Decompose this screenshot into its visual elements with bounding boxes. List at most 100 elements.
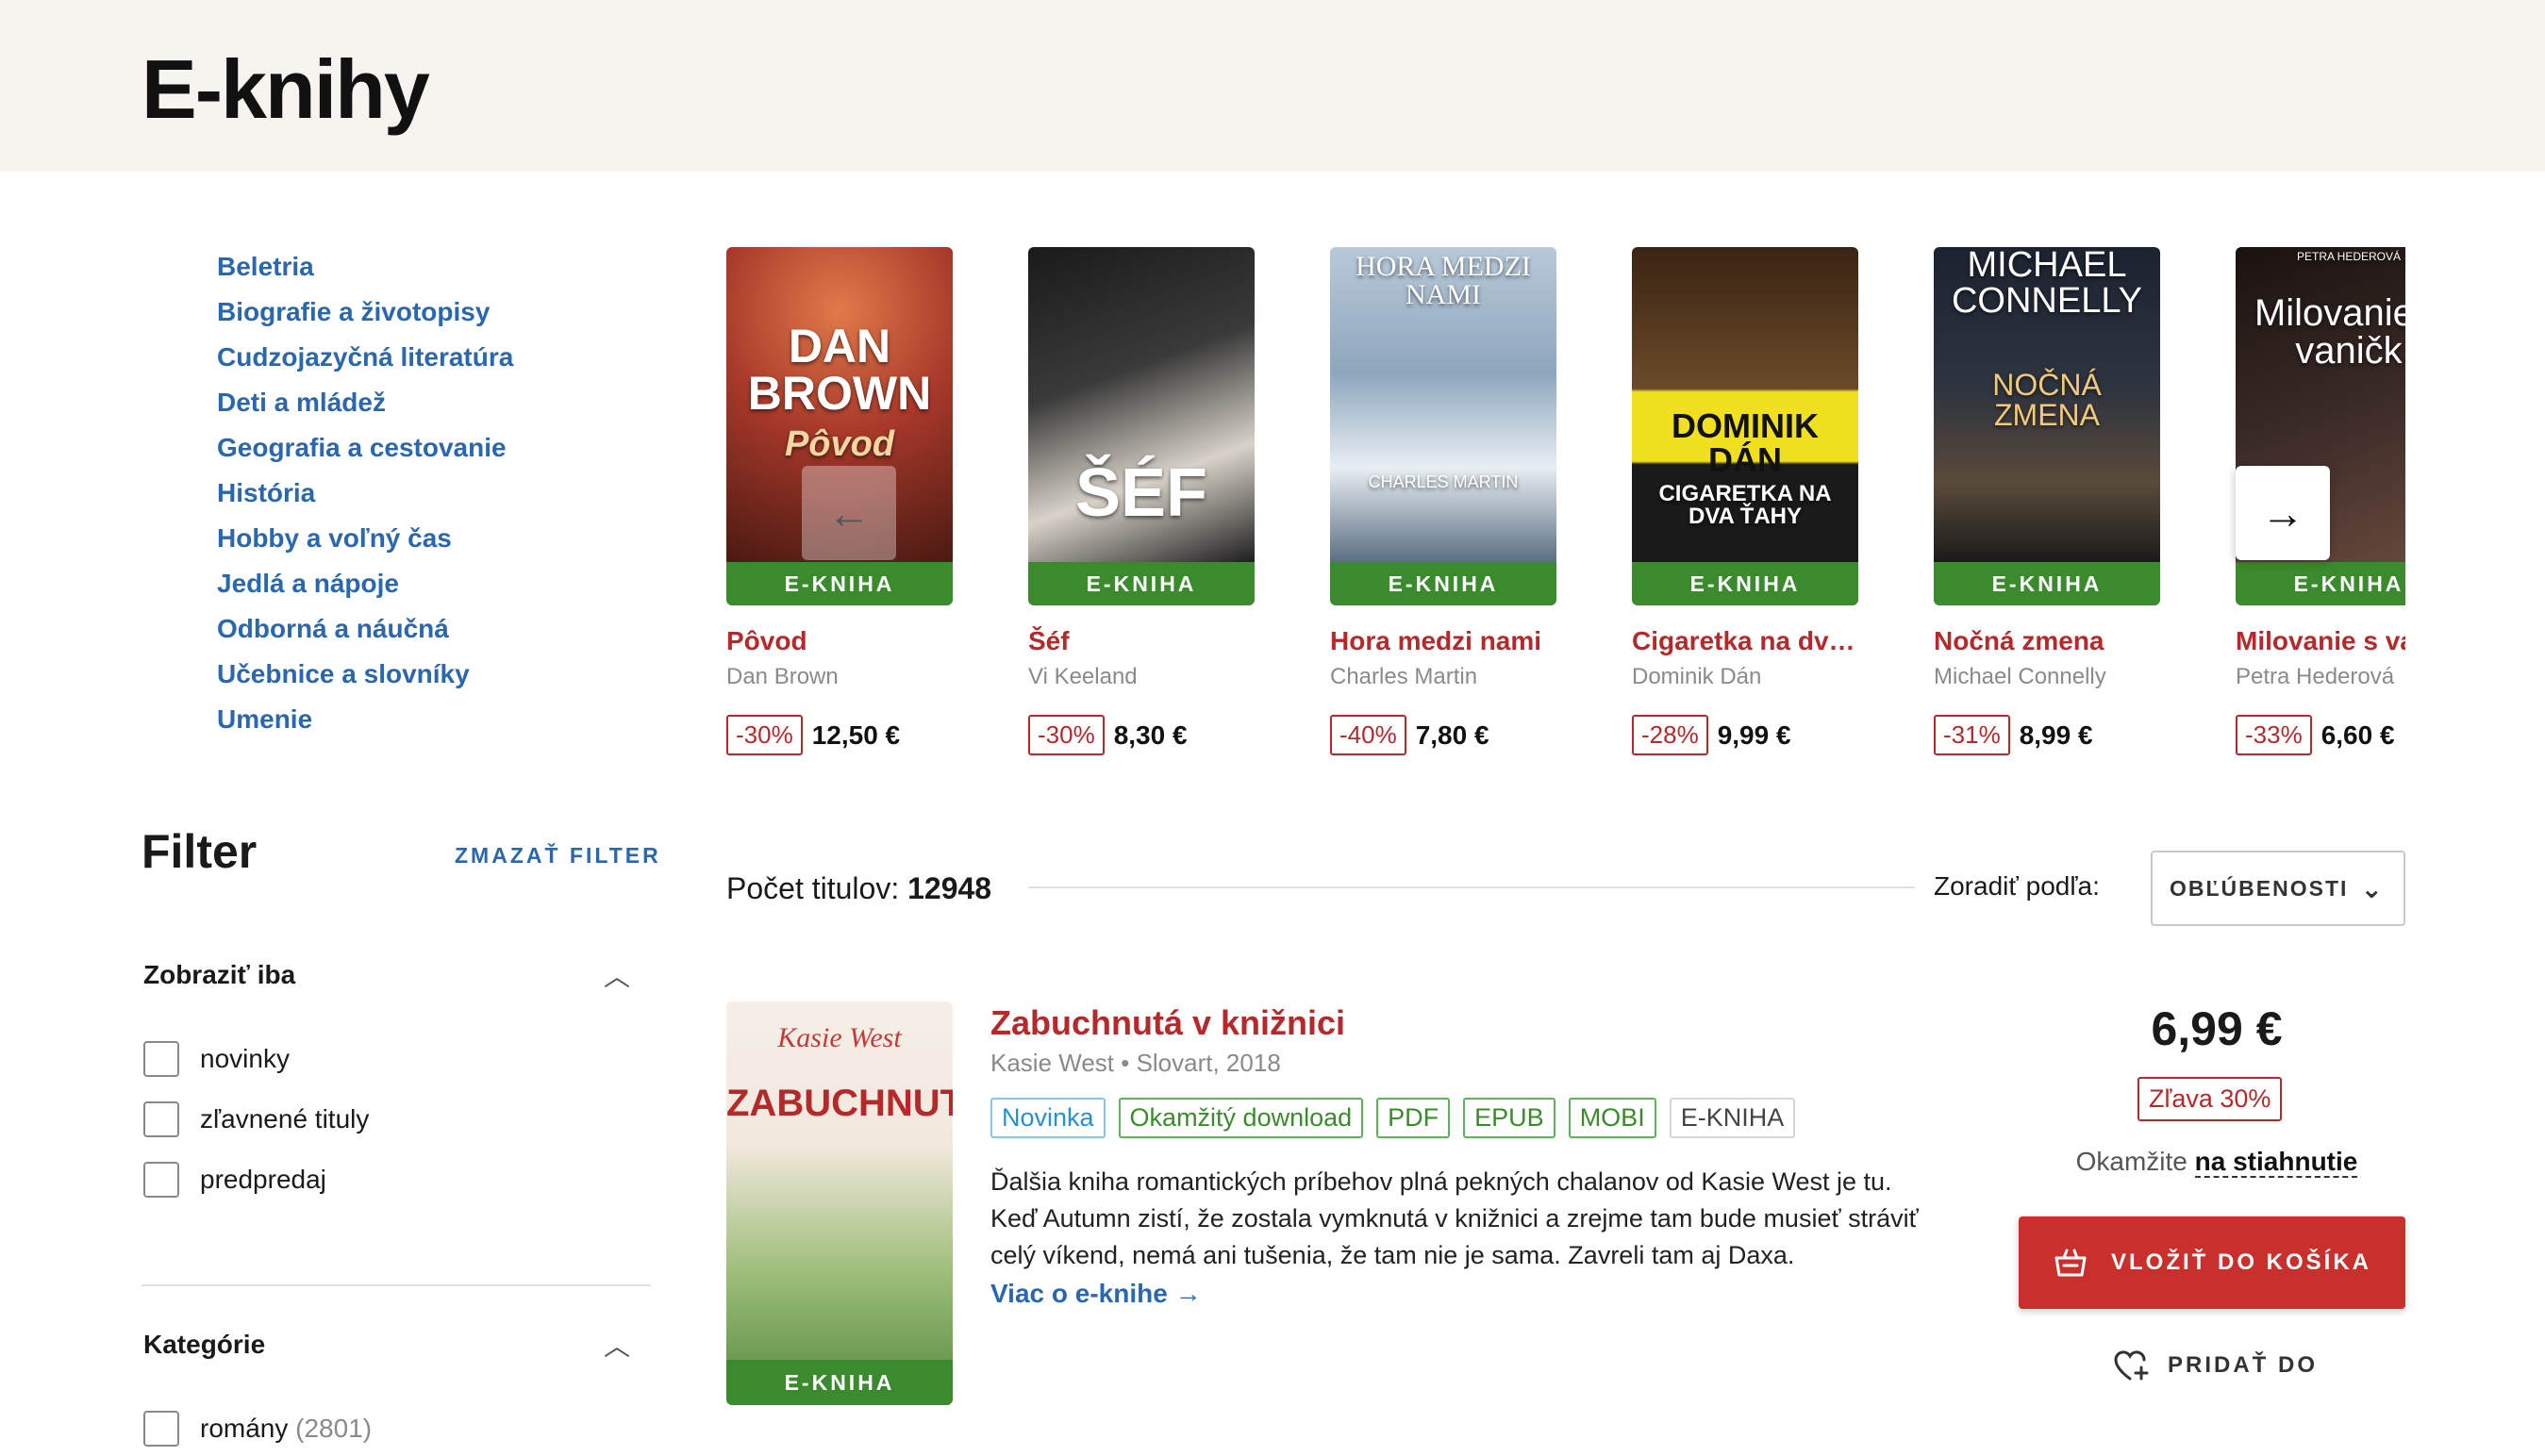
book-title[interactable]: Cigaretka na dva ťahy <box>1632 626 1858 656</box>
category-link[interactable]: Geografia a cestovanie <box>217 428 513 473</box>
cover-subtext: Pôvod <box>784 424 895 464</box>
basket-icon <box>2054 1249 2087 1277</box>
checkbox[interactable] <box>143 1411 179 1447</box>
availability-link[interactable]: na stiahnutie <box>2194 1147 2358 1178</box>
sort-label: Zoradiť podľa: <box>1934 871 2100 901</box>
checkbox-label: predpredaj <box>200 1165 326 1194</box>
carousel-next-button[interactable]: → <box>2236 466 2330 560</box>
item-price: 6,99 € <box>2151 1002 2283 1055</box>
cover-subtext: PETRA HEDEROVÁ <box>2296 250 2402 263</box>
tag-ebook: E-KNIHA <box>1669 1098 1796 1138</box>
filter-checkbox-novels[interactable]: romány (2801) <box>143 1411 372 1447</box>
book-cover[interactable]: MICHAEL CONNELLY NOČNÁ ZMENA E-KNIHA <box>1934 247 2160 605</box>
category-link[interactable]: Biografie a životopisy <box>217 292 513 338</box>
book-cover[interactable]: DOMINIK DÁN CIGARETKA NA DVA ŤAHY E-KNIH… <box>1632 247 1858 605</box>
cover-subtext: Kasie West <box>777 1022 902 1053</box>
discount-badge: -33% <box>2236 715 2312 755</box>
categories-heading[interactable]: Kategórie <box>143 1330 265 1360</box>
category-link[interactable]: Cudzojazyčná literatúra <box>217 338 513 383</box>
discount-badge: -31% <box>1934 715 2010 755</box>
item-title[interactable]: Zabuchnutá v knižnici <box>990 1003 1345 1043</box>
book-price: 8,30 € <box>1113 720 1188 750</box>
add-to-wishlist-button[interactable]: PRIDAŤ DO <box>2113 1348 2318 1382</box>
book-author: Vi Keeland <box>1028 664 1138 689</box>
item-cover[interactable]: Kasie West ZABUCHNUTÁ E-KNIHA <box>726 1001 953 1405</box>
tag-new: Novinka <box>990 1098 1106 1138</box>
book-price: 9,99 € <box>1717 720 1791 750</box>
cover-text: MICHAEL CONNELLY <box>1951 247 2143 321</box>
category-option-label: romány <box>200 1414 289 1443</box>
filter-checkbox-discounted[interactable]: zľavnené tituly <box>143 1101 369 1137</box>
ebook-badge: E-KNIHA <box>1330 562 1556 605</box>
cover-subtext: NOČNÁ ZMENA <box>1992 368 2102 432</box>
book-title[interactable]: Milovanie s vaničkou <box>2236 626 2405 656</box>
discount-badge: -30% <box>1028 715 1105 755</box>
chevron-up-icon[interactable]: ︿ <box>604 1326 630 1364</box>
carousel-card[interactable]: DOMINIK DÁN CIGARETKA NA DVA ŤAHY E-KNIH… <box>1632 247 1858 755</box>
tag-epub: EPUB <box>1463 1098 1555 1138</box>
sort-select[interactable]: OBĽÚBENOSTI ⌄ <box>2151 851 2405 926</box>
checkbox[interactable] <box>143 1101 179 1137</box>
filter-checkbox-new[interactable]: novinky <box>143 1041 290 1077</box>
filter-checkbox-preorder[interactable]: predpredaj <box>143 1162 326 1198</box>
add-to-cart-label: VLOŽIŤ DO KOŠÍKA <box>2111 1249 2371 1275</box>
cover-subtext: CIGARETKA NA DVA ŤAHY <box>1658 481 1832 529</box>
checkbox[interactable] <box>143 1041 179 1077</box>
book-price: 12,50 € <box>811 720 901 750</box>
results-count-value: 12948 <box>907 871 992 905</box>
ebook-badge: E-KNIHA <box>1028 562 1255 605</box>
carousel-card[interactable]: HORA MEDZI NAMI CHARLES MARTIN E-KNIHA H… <box>1330 247 1556 755</box>
filter-title: Filter <box>141 825 258 878</box>
page-hero: E-knihy <box>0 0 2545 172</box>
ebook-badge: E-KNIHA <box>1934 562 2160 605</box>
category-link[interactable]: Učebnice a slovníky <box>217 654 513 700</box>
results-count: Počet titulov: 12948 <box>726 871 991 906</box>
clear-filter-button[interactable]: ZMAZAŤ FILTER <box>455 843 661 869</box>
carousel-card[interactable]: ŠÉF E-KNIHA Šéf Vi Keeland -30% 8,30 € <box>1028 247 1255 755</box>
book-author: Michael Connelly <box>1934 664 2106 689</box>
chevron-up-icon[interactable]: ︿ <box>604 956 630 994</box>
item-meta: Kasie West • Slovart, 2018 <box>990 1049 1281 1077</box>
heart-plus-icon <box>2114 1350 2149 1381</box>
ebook-badge: E-KNIHA <box>726 562 953 605</box>
availability-prefix: Okamžite <box>2075 1147 2187 1176</box>
cover-text: DOMINIK DÁN <box>1672 406 1819 479</box>
category-link[interactable]: Jedlá a nápoje <box>217 564 513 609</box>
cover-subtext: CHARLES MARTIN <box>1368 472 1519 491</box>
category-link[interactable]: Umenie <box>217 700 513 745</box>
category-link[interactable]: Beletria <box>217 247 513 292</box>
category-link[interactable]: História <box>217 473 513 519</box>
ebook-badge: E-KNIHA <box>1632 562 1858 605</box>
book-author: Petra Hederová <box>2236 664 2395 689</box>
carousel-card[interactable]: MICHAEL CONNELLY NOČNÁ ZMENA E-KNIHA Noč… <box>1934 247 2160 755</box>
more-link[interactable]: Viac o e-knihe → <box>990 1279 1202 1309</box>
cover-text: ŠÉF <box>1074 455 1208 531</box>
arrow-left-icon: ← <box>827 488 871 538</box>
carousel-prev-button[interactable]: ← <box>802 466 896 560</box>
book-title[interactable]: Pôvod <box>726 626 953 656</box>
arrow-right-icon: → <box>2261 488 2304 538</box>
book-price: 8,99 € <box>2019 720 2093 750</box>
discount-badge: -30% <box>726 715 803 755</box>
book-price: 6,60 € <box>2320 720 2395 750</box>
book-title[interactable]: Hora medzi nami <box>1330 626 1556 656</box>
book-cover[interactable]: ŠÉF E-KNIHA <box>1028 247 1255 605</box>
category-link[interactable]: Odborná a náučná <box>217 609 513 654</box>
category-option-count: (2801) <box>295 1414 373 1443</box>
add-to-cart-button[interactable]: VLOŽIŤ DO KOŠÍKA <box>2019 1216 2405 1309</box>
book-title[interactable]: Nočná zmena <box>1934 626 2160 656</box>
checkbox-label: romány (2801) <box>200 1414 372 1444</box>
book-title[interactable]: Šéf <box>1028 626 1255 656</box>
category-link[interactable]: Hobby a voľný čas <box>217 519 513 564</box>
book-cover[interactable]: HORA MEDZI NAMI CHARLES MARTIN E-KNIHA <box>1330 247 1556 605</box>
checkbox-label: novinky <box>200 1044 290 1073</box>
ebook-badge: E-KNIHA <box>2236 562 2405 605</box>
show-only-heading[interactable]: Zobraziť iba <box>143 960 295 990</box>
discount-badge: -28% <box>1632 715 1708 755</box>
tag-pdf: PDF <box>1376 1098 1451 1138</box>
category-link[interactable]: Deti a mládež <box>217 383 513 428</box>
sort-value: OBĽÚBENOSTI <box>2170 875 2349 901</box>
book-author: Dan Brown <box>726 664 839 689</box>
checkbox[interactable] <box>143 1162 179 1198</box>
chevron-down-icon: ⌄ <box>2360 874 2385 903</box>
